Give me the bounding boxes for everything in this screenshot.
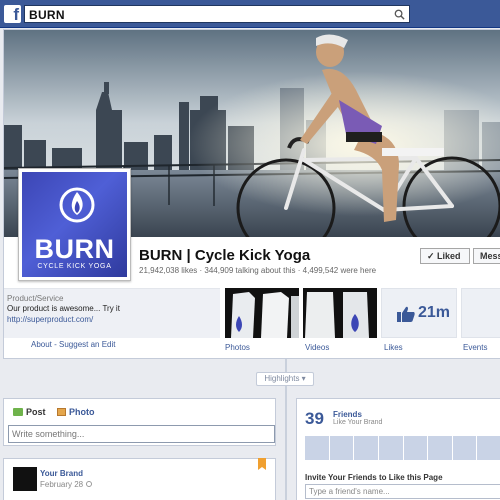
search-value: BURN — [29, 8, 65, 22]
post-tab-label: Post — [26, 407, 46, 417]
about-box: Product/Service Our product is awesome..… — [4, 288, 220, 338]
logo-tagline: CYCLE KICK YOGA — [37, 263, 112, 270]
likes-count: 21m — [418, 304, 451, 321]
facebook-logo[interactable]: f — [4, 5, 21, 23]
videos-app-tile[interactable] — [303, 288, 377, 338]
liked-button[interactable]: ✓ Liked — [420, 248, 470, 264]
friend-thumbnails — [305, 436, 500, 460]
avatar[interactable] — [13, 467, 37, 491]
photos-label[interactable]: Photos — [225, 343, 250, 352]
message-label: Mess — [480, 251, 500, 261]
friends-box: 39 Friends Like Your Brand Invite Your F… — [296, 398, 500, 500]
friends-count[interactable]: 39 — [305, 409, 324, 429]
page-stats: 21,942,038 likes · 344,909 talking about… — [139, 266, 377, 275]
liked-label: Liked — [437, 251, 461, 261]
page-title[interactable]: BURN | Cycle Kick Yoga — [139, 247, 310, 264]
search-input[interactable]: BURN — [24, 5, 410, 23]
friend-thumbnail[interactable] — [305, 436, 329, 460]
post-tab[interactable]: Post — [13, 407, 46, 417]
page-timeline-card: BURN CYCLE KICK YOGA BURN | Cycle Kick Y… — [3, 29, 500, 359]
post-date[interactable]: February 28 — [40, 480, 93, 489]
photo-tab-label: Photo — [69, 407, 95, 417]
status-icon — [13, 408, 23, 416]
friend-thumbnail[interactable] — [477, 436, 500, 460]
highlights-dropdown[interactable]: Highlights ▾ — [256, 372, 314, 386]
post-composer: Post Photo Write something... — [3, 398, 276, 446]
search-icon[interactable] — [394, 9, 405, 20]
likes-app-tile[interactable]: 21m — [381, 288, 457, 338]
profile-picture[interactable]: BURN CYCLE KICK YOGA — [18, 168, 131, 281]
page-category: Product/Service — [7, 294, 64, 303]
events-label[interactable]: Events — [463, 343, 487, 352]
flame-icon — [59, 187, 95, 223]
friend-thumbnail[interactable] — [354, 436, 378, 460]
photos-app-tile[interactable] — [225, 288, 299, 338]
friends-title[interactable]: Friends — [333, 410, 362, 419]
friend-name-input[interactable]: Type a friend's name... — [305, 484, 500, 499]
friend-thumbnail[interactable] — [329, 436, 354, 460]
events-app-tile[interactable] — [461, 288, 500, 338]
post-date-text: February 28 — [40, 480, 84, 489]
top-bar: f BURN — [0, 0, 500, 28]
globe-icon — [86, 481, 93, 487]
page-description: Our product is awesome... Try it — [7, 304, 120, 313]
photo-icon — [57, 408, 66, 416]
videos-label[interactable]: Videos — [305, 343, 329, 352]
likes-label[interactable]: Likes — [384, 343, 403, 352]
friend-thumbnail[interactable] — [378, 436, 403, 460]
timeline-post: Your Brand February 28 — [3, 458, 276, 500]
check-icon: ✓ — [427, 251, 438, 261]
logo-word: BURN — [34, 234, 115, 264]
invite-friends-title: Invite Your Friends to Like this Page — [305, 473, 443, 482]
friend-thumbnail[interactable] — [403, 436, 428, 460]
about-suggest-link[interactable]: About - Suggest an Edit — [31, 340, 116, 349]
write-something-input[interactable]: Write something... — [8, 425, 275, 443]
friend-thumbnail[interactable] — [452, 436, 477, 460]
message-button[interactable]: Mess — [473, 248, 500, 264]
thumbs-up-icon — [397, 306, 415, 322]
friends-subtitle: Like Your Brand — [333, 419, 383, 426]
photo-tab[interactable]: Photo — [57, 407, 95, 417]
bookmark-icon[interactable] — [258, 458, 266, 470]
post-author[interactable]: Your Brand — [40, 469, 83, 478]
burn-logo: BURN CYCLE KICK YOGA — [22, 172, 127, 277]
website-link[interactable]: http://superproduct.com/ — [7, 315, 93, 324]
friend-thumbnail[interactable] — [428, 436, 452, 460]
